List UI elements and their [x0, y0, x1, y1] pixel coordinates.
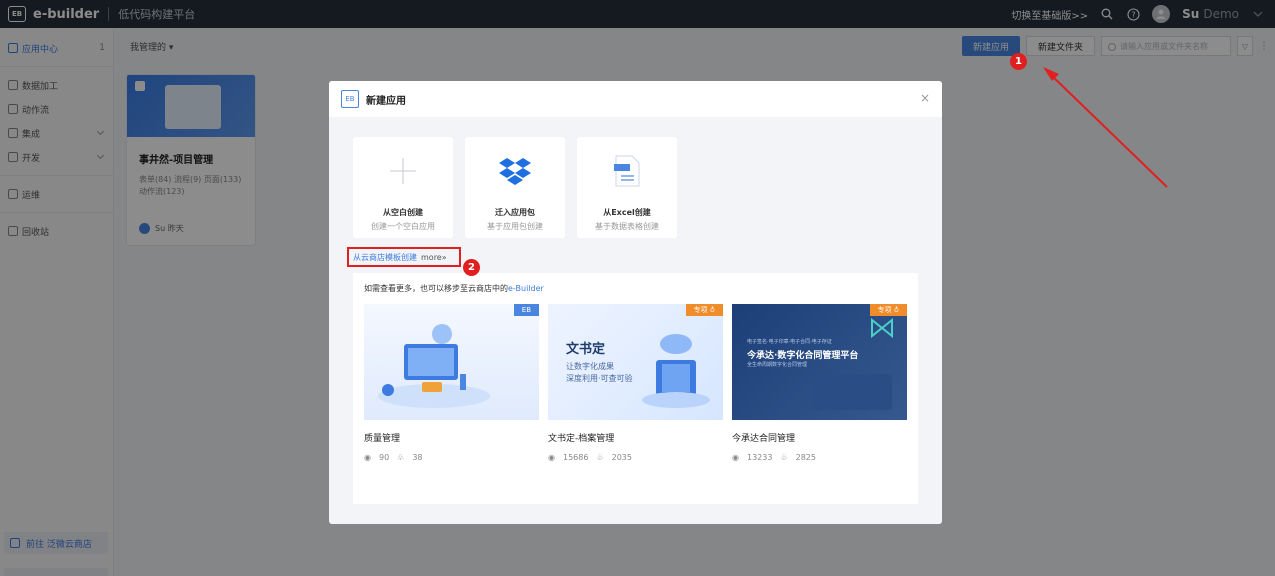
- create-option-title: 从Excel创建: [603, 208, 651, 217]
- store-hint: 如需查看更多，也可以移步至云商店中的e-Builder: [364, 283, 544, 294]
- create-blank-card[interactable]: 从空白创建 创建一个空白应用: [353, 137, 453, 238]
- eb-badge: EB: [341, 90, 359, 108]
- template-stats: ◉ 15686 ♧ 2035: [548, 453, 723, 462]
- create-from-excel-card[interactable]: 从Excel创建 基于数据表格创建: [577, 137, 677, 238]
- template-views: 90: [378, 453, 390, 462]
- template-name: 质量管理: [364, 434, 401, 444]
- annotation-step-1: 1: [1010, 53, 1027, 70]
- create-option-subtitle: 创建一个空白应用: [371, 222, 435, 231]
- store-template-tab[interactable]: 从云商店模板创建 more»: [347, 247, 461, 267]
- template-views: 13233: [746, 453, 773, 462]
- create-option-subtitle: 基于应用包创建: [487, 222, 543, 231]
- template-views: 15686: [562, 453, 589, 462]
- close-icon[interactable]: ×: [920, 91, 930, 105]
- template-cover: 专项 ♁ 文书定 让数字化成果 深度利用·可查可验: [548, 304, 723, 420]
- template-card-wenshuding[interactable]: 专项 ♁ 文书定 让数字化成果 深度利用·可查可验 文书定-档案管理 ◉ 1568…: [548, 304, 723, 462]
- store-hint-text: 如需查看更多，也可以移步至云商店中的: [364, 284, 508, 293]
- template-likes: 2825: [795, 453, 816, 462]
- template-stats: ◉ 90 ♧ 38: [364, 453, 539, 462]
- store-template-link[interactable]: 从云商店模板创建: [353, 252, 417, 263]
- create-options: 从空白创建 创建一个空白应用 迁入应用包 基于应用包创建 从Excel创建 基于…: [353, 137, 677, 238]
- eye-icon: ◉: [732, 453, 739, 462]
- template-cover: 专项 ♁ 电子签名·电子印章·电子合同·电子存证 今承达·数字化合同管理平台 全…: [732, 304, 907, 420]
- modal-header: EB 新建应用 ×: [329, 81, 942, 117]
- template-cover-line: 全生命周期数字化合同管理: [747, 362, 808, 368]
- modal-title: 新建应用: [366, 95, 406, 107]
- template-card-quality[interactable]: EB 质量管理 ◉ 90 ♧ 38: [364, 304, 539, 462]
- template-likes: 38: [412, 453, 423, 462]
- store-hint-link[interactable]: e-Builder: [508, 284, 544, 293]
- excel-file-icon: [611, 155, 643, 187]
- store-template-panel: 如需查看更多，也可以移步至云商店中的e-Builder EB 质量管理 ◉ 90 …: [353, 273, 918, 504]
- plus-icon: [387, 155, 419, 187]
- template-cover-title: 今承达·数字化合同管理平台: [747, 351, 859, 361]
- like-icon: ♧: [780, 453, 788, 462]
- template-name: 文书定-档案管理: [548, 434, 615, 444]
- create-option-title: 迁入应用包: [495, 208, 535, 217]
- like-icon: ♧: [397, 453, 405, 462]
- template-name: 今承达合同管理: [732, 434, 796, 444]
- like-icon: ♧: [596, 453, 604, 462]
- template-likes: 2035: [611, 453, 632, 462]
- template-stats: ◉ 13233 ♧ 2825: [732, 453, 907, 462]
- more-link[interactable]: more»: [421, 253, 447, 262]
- annotation-step-2: 2: [463, 259, 480, 276]
- create-option-title: 从空白创建: [383, 208, 423, 217]
- template-cover: EB: [364, 304, 539, 420]
- new-app-modal: EB 新建应用 × 从空白创建 创建一个空白应用 迁入应用包 基于应用包创建 从…: [329, 81, 942, 524]
- import-package-card[interactable]: 迁入应用包 基于应用包创建: [465, 137, 565, 238]
- template-cover-line: 电子签名·电子印章·电子合同·电子存证: [747, 339, 832, 345]
- dropbox-icon: [499, 155, 531, 187]
- template-card-jinchengda[interactable]: 专项 ♁ 电子签名·电子印章·电子合同·电子存证 今承达·数字化合同管理平台 全…: [732, 304, 907, 462]
- eye-icon: ◉: [364, 453, 371, 462]
- create-option-subtitle: 基于数据表格创建: [595, 222, 659, 231]
- eye-icon: ◉: [548, 453, 555, 462]
